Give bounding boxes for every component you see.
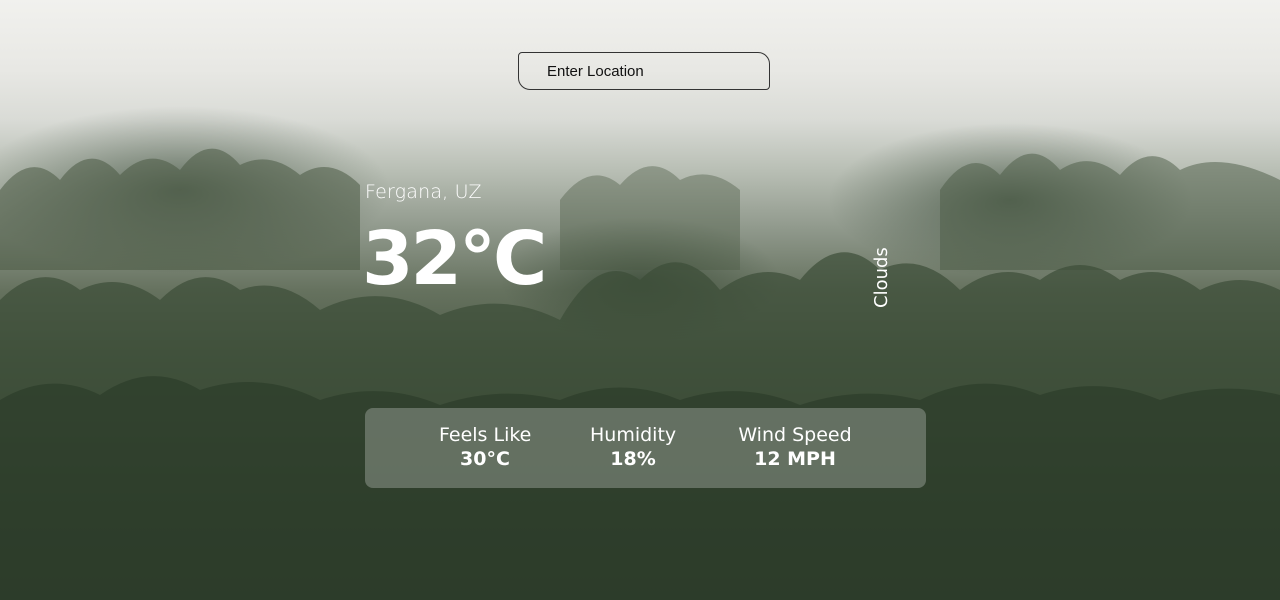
background-image xyxy=(0,0,1280,600)
weather-description: Clouds xyxy=(871,247,892,308)
wind-speed-value: 12 MPH xyxy=(754,448,836,470)
humidity-value: 18% xyxy=(610,448,656,470)
feels-like-label: Feels Like xyxy=(439,424,532,446)
wind-speed-stat: Wind Speed 12 MPH xyxy=(737,424,853,470)
feels-like-value: 30°C xyxy=(460,448,510,470)
feels-like-stat: Feels Like 30°C xyxy=(439,424,531,470)
humidity-stat: Humidity 18% xyxy=(590,424,676,470)
location-search-input[interactable] xyxy=(518,52,770,90)
humidity-label: Humidity xyxy=(590,424,677,446)
weather-stats-panel: Feels Like 30°C Humidity 18% Wind Speed … xyxy=(365,408,926,488)
location-name: Fergana, UZ xyxy=(365,181,482,203)
current-temperature: 32°C xyxy=(362,216,547,302)
wind-speed-label: Wind Speed xyxy=(738,424,852,446)
